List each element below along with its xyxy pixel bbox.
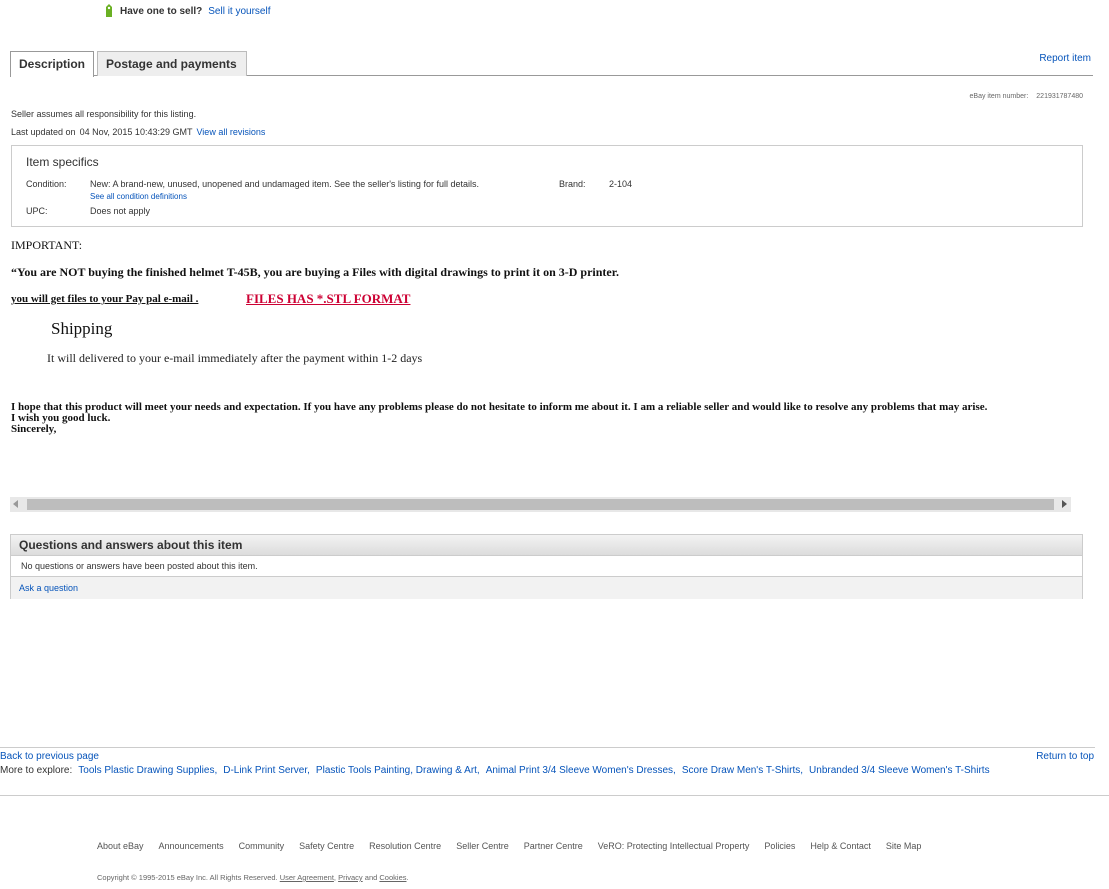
qa-title: Questions and answers about this item	[19, 538, 243, 552]
divider	[0, 795, 1109, 796]
closing-paragraph: I hope that this product will meet your …	[11, 401, 988, 413]
qa-footer: Ask a question	[11, 576, 1082, 599]
tab-postage-and-payments[interactable]: Postage and payments	[97, 51, 247, 76]
tab-description[interactable]: Description	[10, 51, 94, 77]
item-number: eBay item number: 221931787480	[970, 93, 1083, 100]
brand-value: 2-104	[609, 179, 633, 189]
tab-bar: Description Postage and payments Report …	[10, 51, 1093, 77]
report-item-link[interactable]: Report item	[1039, 53, 1091, 64]
ask-question-link[interactable]: Ask a question	[19, 583, 78, 593]
closing-wish: I wish you good luck.	[11, 412, 111, 424]
seller-responsibility: Seller assumes all responsibility for th…	[11, 109, 197, 119]
explore-link[interactable]: Animal Print 3/4 Sleeve Women's Dresses,	[486, 765, 676, 776]
sell-row: Have one to sell? Sell it yourself	[104, 4, 271, 18]
closing-message: I hope that this product will meet your …	[11, 402, 1086, 435]
upc-value: Does not apply	[90, 206, 151, 216]
qa-empty-message: No questions or answers have been posted…	[21, 561, 258, 571]
price-tag-icon	[106, 4, 112, 17]
upc-label: UPC:	[26, 206, 48, 216]
footer-link-vero[interactable]: VeRO: Protecting Intellectual Property	[598, 841, 750, 851]
divider	[0, 747, 1095, 748]
shipping-heading: Shipping	[51, 319, 113, 338]
not-buying-notice: “You are NOT buying the finished helmet …	[11, 265, 619, 279]
footer-link-resolution[interactable]: Resolution Centre	[369, 841, 441, 851]
see-condition-definitions-link[interactable]: See all condition definitions	[90, 192, 187, 201]
explore-label: More to explore:	[0, 765, 73, 776]
item-number-value: 221931787480	[1036, 93, 1083, 100]
footer-link-help[interactable]: Help & Contact	[810, 841, 871, 851]
footer-link-safety[interactable]: Safety Centre	[299, 841, 354, 851]
cookies-link[interactable]: Cookies	[379, 873, 406, 882]
shipping-text: It will delivered to your e-mail immedia…	[47, 351, 423, 365]
sell-question: Have one to sell?	[120, 5, 203, 17]
more-to-explore: More to explore: Tools Plastic Drawing Su…	[0, 765, 990, 776]
explore-link[interactable]: Plastic Tools Painting, Drawing & Art,	[316, 765, 480, 776]
explore-link[interactable]: D-Link Print Server,	[223, 765, 310, 776]
footer-link-policies[interactable]: Policies	[764, 841, 795, 851]
horizontal-scrollbar[interactable]	[10, 497, 1071, 512]
item-specifics-box: Item specifics Condition: New: A brand-n…	[11, 145, 1083, 227]
footer-link-partner-centre[interactable]: Partner Centre	[524, 841, 583, 851]
important-heading: IMPORTANT:	[11, 238, 83, 252]
scroll-left-arrow-icon[interactable]	[13, 500, 18, 508]
questions-answers-box: Questions and answers about this item No…	[10, 534, 1083, 599]
view-all-revisions-link[interactable]: View all revisions	[196, 127, 265, 137]
and-text: and	[364, 873, 378, 882]
brand-label: Brand:	[559, 179, 586, 189]
last-updated-date: 04 Nov, 2015 10:43:29 GMT	[79, 127, 193, 137]
item-number-label: eBay item number:	[969, 93, 1029, 100]
footer-link-site-map[interactable]: Site Map	[886, 841, 922, 851]
qa-header: Questions and answers about this item	[11, 535, 1082, 556]
copyright-text: Copyright © 1995-2015 eBay Inc. All Righ…	[97, 873, 278, 882]
explore-link[interactable]: Unbranded 3/4 Sleeve Women's T-Shirts	[809, 765, 990, 776]
explore-link[interactable]: Tools Plastic Drawing Supplies,	[78, 765, 217, 776]
footer-link-about[interactable]: About eBay	[97, 841, 144, 851]
footer-link-announcements[interactable]: Announcements	[159, 841, 224, 851]
paypal-notice: you will get files to your Pay pal e-mai…	[11, 293, 199, 305]
privacy-link[interactable]: Privacy	[338, 873, 363, 882]
last-updated: Last updated on 04 Nov, 2015 10:43:29 GMT…	[11, 127, 265, 137]
scroll-right-arrow-icon[interactable]	[1062, 500, 1067, 508]
sell-it-yourself-link[interactable]: Sell it yourself	[208, 6, 270, 17]
file-format-notice: FILES HAS *.STL FORMAT	[246, 291, 411, 306]
footer-links: About eBay Announcements Community Safety C…	[97, 841, 936, 851]
footer-link-community[interactable]: Community	[239, 841, 285, 851]
copyright: Copyright © 1995-2015 eBay Inc. All Righ…	[97, 873, 409, 882]
return-to-top-link[interactable]: Return to top	[1036, 751, 1094, 762]
back-to-previous-page-link[interactable]: Back to previous page	[0, 751, 99, 762]
last-updated-label: Last updated on	[11, 127, 76, 137]
scrollbar-thumb[interactable]	[27, 499, 1054, 510]
footer-link-seller-centre[interactable]: Seller Centre	[456, 841, 509, 851]
condition-value: New: A brand-new, unused, unopened and u…	[90, 179, 479, 189]
closing-sincerely: Sincerely,	[11, 423, 57, 435]
explore-link[interactable]: Score Draw Men's T-Shirts,	[682, 765, 803, 776]
item-specifics-title: Item specifics	[26, 155, 99, 169]
condition-label: Condition:	[26, 179, 67, 189]
user-agreement-link[interactable]: User Agreement	[280, 873, 334, 882]
